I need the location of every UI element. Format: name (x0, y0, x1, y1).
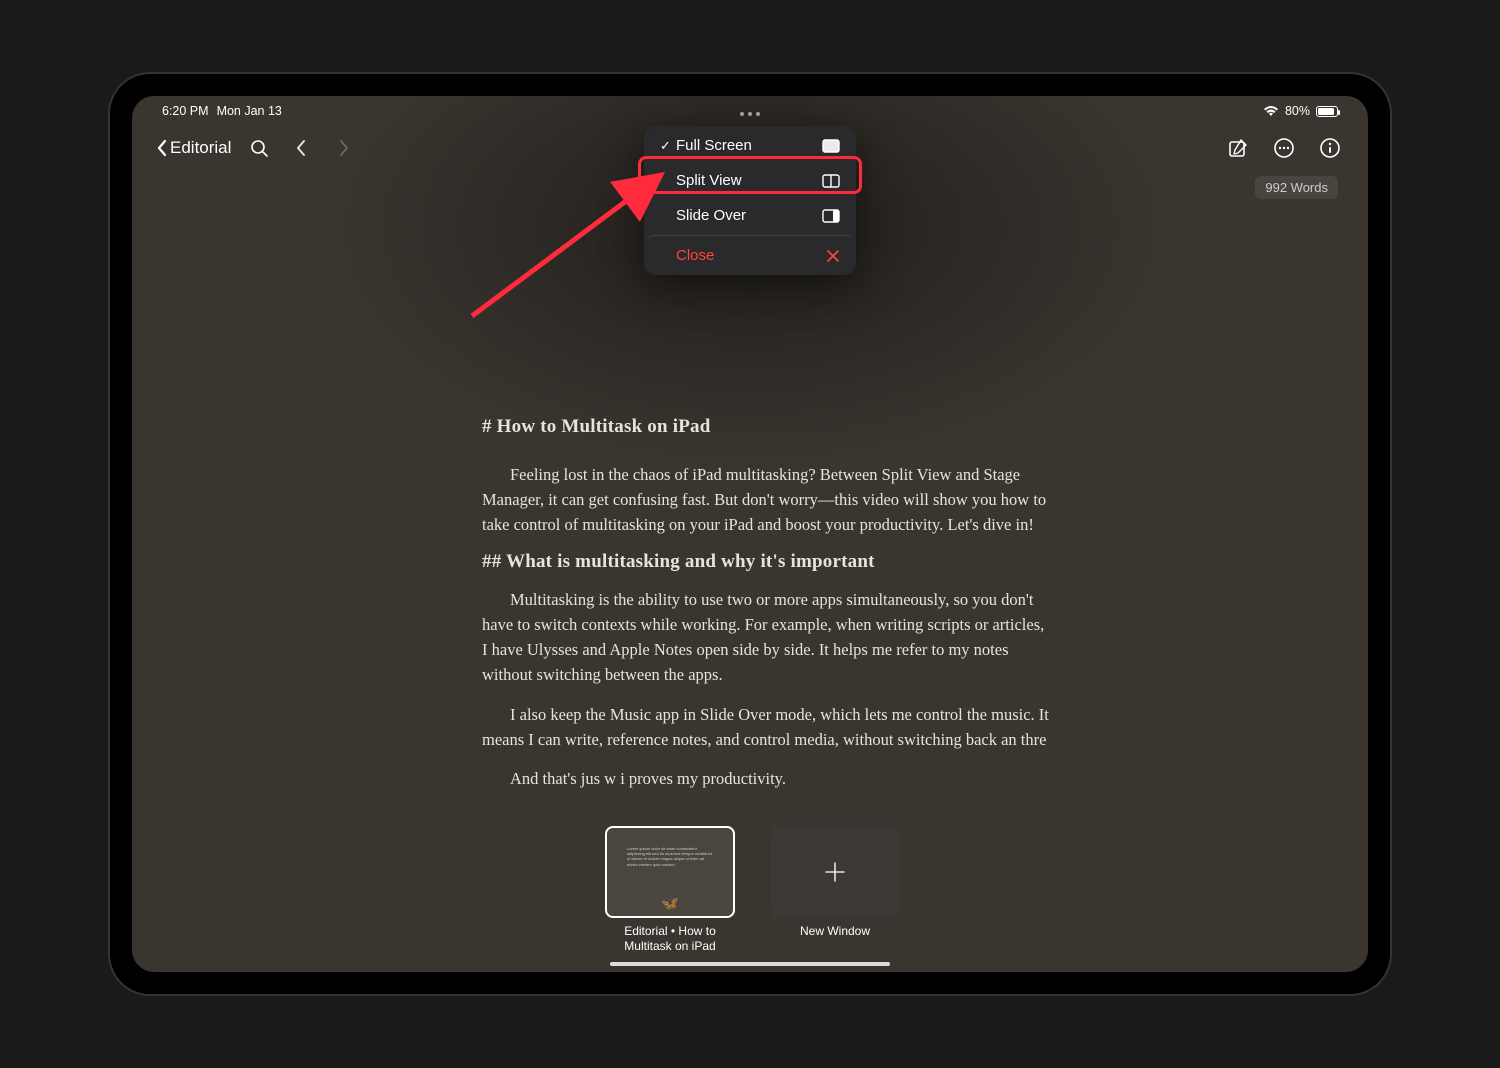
plus-icon (822, 859, 848, 885)
slideover-icon (820, 209, 840, 223)
shelf-label: Editorial • How to Multitask on iPad (600, 924, 740, 954)
back-button[interactable]: Editorial (156, 138, 231, 158)
ipad-frame: 6:20 PM Mon Jan 13 80% Ed (110, 74, 1390, 994)
status-date: Mon Jan 13 (217, 104, 282, 118)
back-label: Editorial (170, 138, 231, 158)
compose-icon (1227, 137, 1249, 159)
menu-item-split-view[interactable]: Split View (646, 163, 854, 198)
menu-item-close[interactable]: Close (646, 235, 854, 273)
shelf-thumbnail[interactable]: Lorem ipsum dolor sit amet consectetur a… (605, 826, 735, 918)
status-time: 6:20 PM (162, 104, 209, 118)
splitview-icon (820, 174, 840, 188)
shelf-item-new-window[interactable]: New Window (770, 826, 900, 939)
annotation-arrow (462, 166, 672, 326)
multitask-menu: ✓ Full Screen Split View Slide Over (644, 126, 856, 275)
search-icon (249, 138, 269, 158)
screen: 6:20 PM Mon Jan 13 80% Ed (132, 96, 1368, 972)
chevron-right-icon (338, 139, 349, 157)
document-paragraph: Multitasking is the ability to use two o… (482, 587, 1052, 687)
shelf-label: New Window (800, 924, 870, 939)
nav-back-button[interactable] (287, 134, 315, 162)
chevron-left-icon (296, 139, 307, 157)
wifi-icon (1263, 105, 1279, 117)
window-shelf: Lorem ipsum dolor sit amet consectetur a… (600, 826, 900, 954)
document-h1: # How to Multitask on iPad (482, 416, 1052, 438)
checkmark-icon: ✓ (660, 138, 676, 154)
menu-item-label: Split View (676, 172, 820, 189)
more-button[interactable] (1270, 134, 1298, 162)
document-paragraph: Feeling lost in the chaos of iPad multit… (482, 462, 1052, 537)
nav-forward-button (329, 134, 357, 162)
menu-item-label: Slide Over (676, 207, 820, 224)
search-button[interactable] (245, 134, 273, 162)
document-paragraph: And that's jus w i proves my productivit… (482, 766, 1052, 791)
word-count-badge[interactable]: 992 Words (1255, 176, 1338, 199)
document-h2: ## What is multitasking and why it's imp… (482, 551, 1052, 573)
document-paragraph: I also keep the Music app in Slide Over … (482, 702, 1052, 752)
battery-percent: 80% (1285, 104, 1310, 118)
menu-item-label: Full Screen (676, 137, 820, 154)
chevron-left-icon (156, 139, 168, 157)
close-icon (820, 249, 840, 263)
multitask-control[interactable] (736, 108, 764, 120)
battery-icon (1316, 106, 1338, 117)
shelf-item-current[interactable]: Lorem ipsum dolor sit amet consectetur a… (600, 826, 740, 954)
info-circle-icon (1319, 137, 1341, 159)
fullscreen-icon (820, 139, 840, 153)
compose-button[interactable] (1224, 134, 1252, 162)
menu-item-full-screen[interactable]: ✓ Full Screen (646, 128, 854, 163)
home-indicator[interactable] (610, 962, 890, 966)
menu-item-slide-over[interactable]: Slide Over (646, 198, 854, 233)
document-content: # How to Multitask on iPad Feeling lost … (482, 416, 1052, 805)
menu-item-label: Close (676, 247, 820, 264)
app-icon: 🦋 (661, 895, 678, 912)
new-window-thumbnail[interactable] (770, 826, 900, 918)
ellipsis-circle-icon (1273, 137, 1295, 159)
info-button[interactable] (1316, 134, 1344, 162)
